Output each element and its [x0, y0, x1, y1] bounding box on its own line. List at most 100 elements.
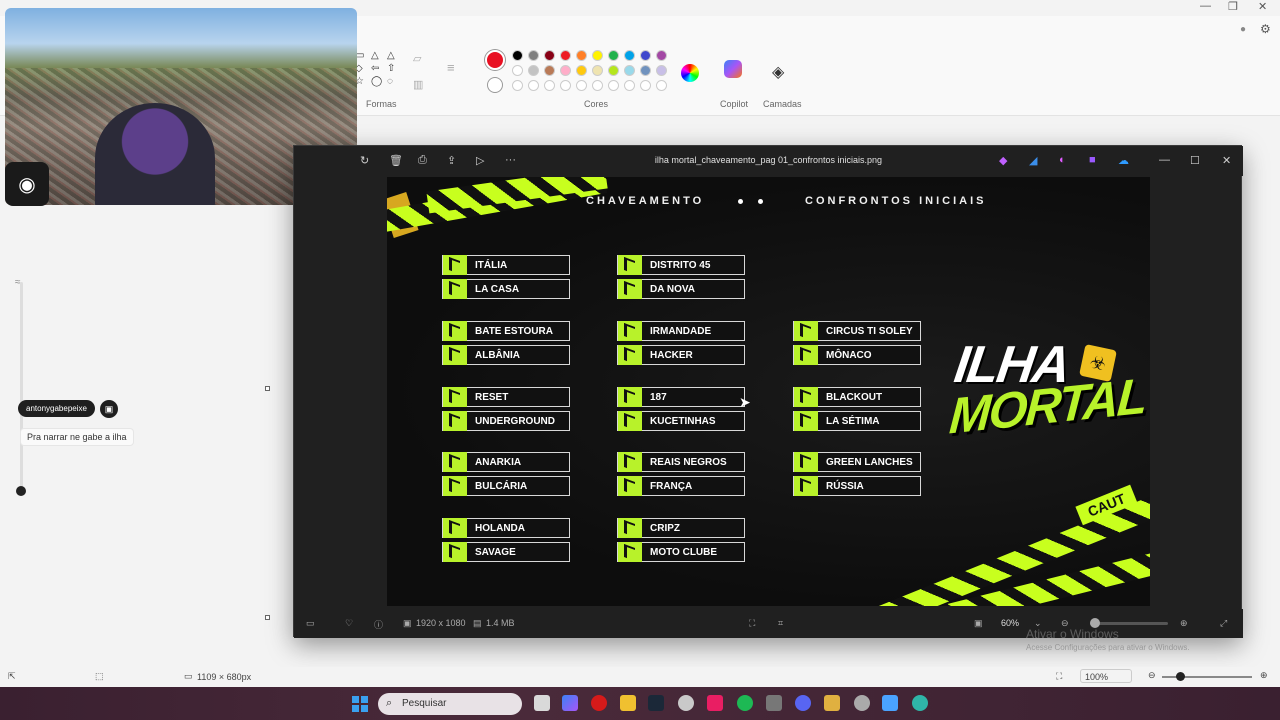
color-swatch[interactable] [576, 50, 587, 61]
color-swatch[interactable] [640, 80, 651, 91]
opera-icon[interactable] [591, 695, 607, 711]
zoom-slider[interactable] [1090, 622, 1168, 625]
team-entry: ANARKIA [442, 452, 570, 472]
callout-shape-icon[interactable]: ◌ [387, 76, 401, 87]
color-swatch[interactable] [624, 50, 635, 61]
account-icon[interactable]: ● [1240, 24, 1246, 35]
visual-search-icon[interactable]: ⌗ [778, 618, 783, 629]
spotify-icon[interactable] [737, 695, 753, 711]
color-swatch[interactable] [592, 65, 603, 76]
steam-icon[interactable] [648, 695, 664, 711]
rectangle-shape-icon[interactable]: ▭ [355, 50, 369, 61]
color-swatch[interactable] [592, 50, 603, 61]
secondary-color[interactable] [487, 77, 503, 93]
size-icon[interactable]: ≡ [447, 60, 455, 75]
color-swatch[interactable] [656, 65, 667, 76]
color-swatch[interactable] [560, 50, 571, 61]
color-swatch[interactable] [528, 50, 539, 61]
bracket-match: RESET UNDERGROUND [442, 387, 570, 435]
capcut-icon[interactable] [707, 695, 723, 711]
viewer-minimize-button[interactable]: — [1159, 154, 1170, 166]
paint-zoom-select[interactable]: 100% [1080, 669, 1132, 683]
edit-app-icon[interactable]: ■ [1089, 154, 1096, 166]
arrow-up-shape-icon[interactable]: ⇧ [387, 63, 401, 74]
maximize-button[interactable]: ❐ [1228, 0, 1238, 13]
edit-colors-icon[interactable] [681, 64, 699, 82]
fit-window-icon[interactable]: ⛶ [1056, 671, 1062, 682]
crop-icon[interactable]: ⛶ [749, 618, 755, 629]
color-swatch[interactable] [528, 80, 539, 91]
color-swatch[interactable] [560, 65, 571, 76]
color-swatch[interactable] [608, 80, 619, 91]
discord-icon[interactable] [795, 695, 811, 711]
taskbar-search[interactable]: ⌕ Pesquisar [378, 693, 522, 715]
color-swatch[interactable] [528, 65, 539, 76]
paint-app-icon[interactable] [912, 695, 928, 711]
game-launcher-icon[interactable] [824, 695, 840, 711]
photos-app-icon[interactable] [882, 695, 898, 711]
triangle-shape-icon[interactable]: △ [371, 50, 385, 61]
chat-scroll-track[interactable] [20, 282, 23, 492]
designer-icon[interactable]: ◢ [1029, 154, 1037, 167]
color-swatch[interactable] [560, 80, 571, 91]
shapes-gallery[interactable]: ▭ △ △ ◇ ⇦ ⇧ ☆ ◯ ◌ [355, 50, 397, 87]
settings-gear-icon[interactable]: ⚙ [1260, 22, 1271, 36]
color-swatch[interactable] [624, 65, 635, 76]
file-explorer-icon[interactable] [620, 695, 636, 711]
copilot-icon[interactable] [724, 60, 742, 78]
fill-icon[interactable]: ▥ [413, 78, 423, 91]
diamond-shape-icon[interactable]: ◇ [355, 63, 369, 74]
speech-bubble-shape-icon[interactable]: ◯ [371, 76, 385, 87]
arrow-left-shape-icon[interactable]: ⇦ [371, 63, 385, 74]
outline-icon[interactable]: ▱ [413, 52, 421, 65]
filmstrip-icon[interactable]: ▭ [306, 618, 315, 629]
onedrive-icon[interactable]: ☁ [1118, 154, 1129, 167]
color-swatch[interactable] [576, 65, 587, 76]
paint-zoom-out-icon[interactable]: ⊖ [1148, 670, 1156, 681]
zoom-level[interactable]: 60% [1001, 618, 1019, 628]
color-swatch[interactable] [576, 80, 587, 91]
fit-screen-icon[interactable]: ▣ [974, 618, 983, 629]
color-swatch[interactable] [512, 80, 523, 91]
fullscreen-icon[interactable]: ⤢ [1220, 618, 1227, 629]
close-button[interactable]: ✕ [1258, 0, 1267, 13]
primary-color[interactable] [485, 50, 505, 70]
color-swatch[interactable] [512, 65, 523, 76]
obs-icon[interactable] [678, 695, 694, 711]
paint-zoom-knob[interactable] [1176, 672, 1185, 681]
app-icon[interactable] [766, 695, 782, 711]
color-palette[interactable] [512, 50, 668, 91]
chat-scroll-knob[interactable] [16, 486, 26, 496]
clipchamp-icon[interactable]: ◐ [1059, 154, 1066, 166]
color-swatch[interactable] [512, 50, 523, 61]
color-swatch[interactable] [608, 50, 619, 61]
task-view-icon[interactable] [534, 695, 550, 711]
viewer-close-button[interactable]: ✕ [1222, 154, 1231, 167]
color-swatch[interactable] [624, 80, 635, 91]
color-swatch[interactable] [640, 50, 651, 61]
copilot-taskbar-icon[interactable] [562, 695, 578, 711]
canvas-resize-handle-corner[interactable] [265, 615, 270, 620]
color-swatch[interactable] [640, 65, 651, 76]
paint-zoom-in-icon[interactable]: ⊕ [1260, 670, 1268, 681]
team-entry: REAIS NEGROS [617, 452, 745, 472]
color-swatch[interactable] [544, 65, 555, 76]
color-swatch[interactable] [592, 80, 603, 91]
info-icon[interactable]: ⓘ [374, 618, 383, 631]
zoom-in-icon[interactable]: ⊕ [1180, 618, 1188, 629]
copilot-app-icon[interactable]: ◆ [999, 154, 1007, 167]
viewer-maximize-button[interactable]: ☐ [1190, 154, 1200, 167]
favorite-heart-icon[interactable]: ♡ [345, 618, 353, 629]
layers-icon[interactable]: ◈ [772, 62, 784, 82]
color-swatch[interactable] [544, 80, 555, 91]
color-swatch[interactable] [544, 50, 555, 61]
start-button-icon[interactable] [352, 696, 368, 712]
color-swatch[interactable] [608, 65, 619, 76]
canvas-resize-handle[interactable] [265, 386, 270, 391]
color-swatch[interactable] [656, 50, 667, 61]
epic-games-icon[interactable] [854, 695, 870, 711]
star-shape-icon[interactable]: ☆ [355, 76, 369, 87]
triangle-alt-shape-icon[interactable]: △ [387, 50, 401, 61]
minimize-button[interactable]: — [1200, 0, 1211, 12]
color-swatch[interactable] [656, 80, 667, 91]
